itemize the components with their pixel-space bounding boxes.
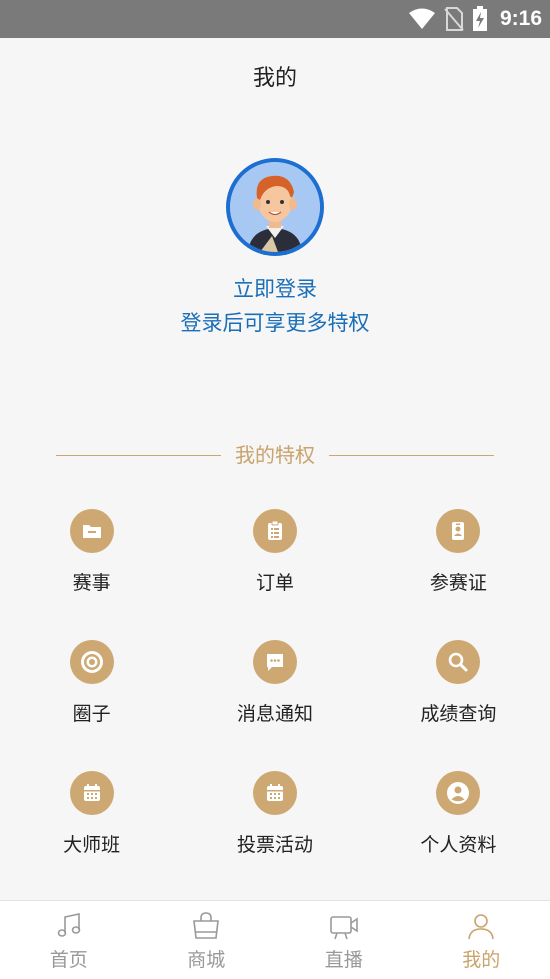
- page-title: 我的: [252, 66, 297, 91]
- grid-item-events[interactable]: 赛事: [0, 505, 183, 636]
- grid-item-masterclass[interactable]: 大师班: [0, 767, 183, 898]
- grid-item-voting[interactable]: 投票活动: [183, 767, 366, 898]
- status-bar: 9:16: [0, 0, 550, 38]
- grid-item-notifications[interactable]: 消息通知: [183, 636, 366, 767]
- message-icon: [252, 640, 297, 684]
- grid-label: 大师班: [63, 834, 121, 856]
- no-sim-icon: [444, 7, 464, 31]
- grid-label: 赛事: [72, 572, 111, 594]
- clipboard-icon: [252, 509, 297, 553]
- badge-icon: [436, 509, 481, 553]
- login-link[interactable]: 立即登录: [0, 273, 550, 303]
- grid-label: 参赛证: [429, 572, 487, 594]
- person-icon: [468, 914, 495, 940]
- grid-label: 个人资料: [420, 834, 497, 856]
- bottom-tab-bar: 首页 商城 直播 我的: [0, 900, 550, 979]
- grid-label: 圈子: [72, 703, 111, 725]
- avatar[interactable]: [226, 158, 324, 256]
- tab-label: 我的: [462, 949, 501, 971]
- grid-item-entry-pass[interactable]: 参赛证: [367, 505, 550, 636]
- grid-item-orders[interactable]: 订单: [183, 505, 366, 636]
- grid-label: 订单: [255, 572, 294, 594]
- divider: [329, 455, 494, 456]
- calendar-icon: [69, 771, 114, 815]
- status-icons: 9:16: [408, 0, 542, 38]
- grid-item-score-query[interactable]: 成绩查询: [367, 636, 550, 767]
- grid-label: 投票活动: [236, 834, 313, 856]
- tab-home[interactable]: 首页: [0, 901, 138, 979]
- privileges-grid: 赛事 订单 参赛证 圈子 消息通知 成绩查询 大师班 投票活动 个人资料: [0, 505, 550, 898]
- user-icon: [436, 771, 481, 815]
- music-note-icon: [57, 913, 81, 937]
- grid-item-circle[interactable]: 圈子: [0, 636, 183, 767]
- status-time: 9:16: [499, 7, 542, 30]
- target-icon: [69, 640, 114, 684]
- battery-charging-icon: [472, 6, 487, 31]
- avatar-image: [230, 162, 320, 252]
- login-subtitle[interactable]: 登录后可享更多特权: [0, 307, 550, 337]
- grid-label: 成绩查询: [420, 703, 497, 725]
- tab-mine[interactable]: 我的: [413, 901, 550, 979]
- calendar-icon: [252, 771, 297, 815]
- wifi-icon: [408, 8, 435, 29]
- grid-item-profile[interactable]: 个人资料: [367, 767, 550, 898]
- video-camera-icon: [329, 916, 358, 940]
- tab-label: 商城: [187, 949, 226, 971]
- folder-icon: [69, 509, 114, 553]
- tab-label: 直播: [324, 949, 363, 971]
- search-icon: [436, 640, 481, 684]
- tab-label: 首页: [49, 949, 88, 971]
- shopping-bag-icon: [193, 912, 220, 939]
- privileges-header: 我的特权: [56, 440, 494, 470]
- tab-mall[interactable]: 商城: [138, 901, 276, 979]
- tab-live[interactable]: 直播: [275, 901, 413, 979]
- grid-label: 消息通知: [236, 703, 313, 725]
